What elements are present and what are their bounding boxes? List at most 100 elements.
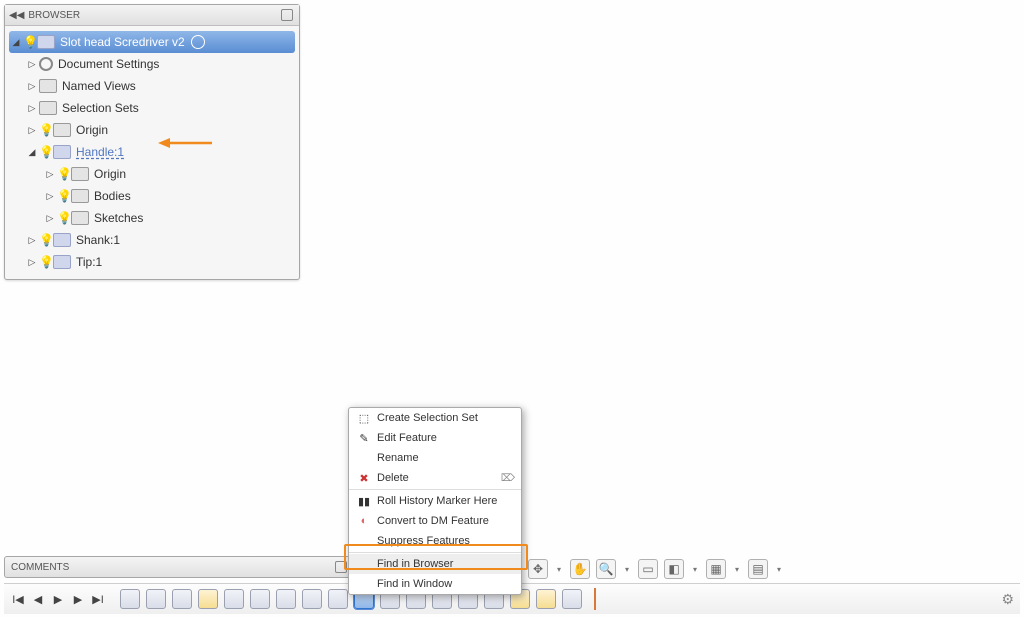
pin-icon[interactable] [281, 9, 293, 21]
ctx-suppress[interactable]: Suppress Features [349, 531, 521, 551]
timeline-node[interactable] [562, 589, 582, 609]
selection-set-icon: ⬚ [355, 411, 373, 425]
caret-right-icon[interactable]: ▷ [25, 81, 39, 92]
pan-icon[interactable]: ✋ [570, 559, 590, 579]
bulb-icon[interactable]: 💡 [23, 35, 37, 49]
ctx-convert-dm[interactable]: ◐Convert to DM Feature [349, 511, 521, 531]
shortcut-label: ⌦ [501, 473, 515, 484]
timeline-playback: I◀ ◀ ▶ ▶ ▶I [10, 591, 106, 607]
timeline-end[interactable]: ▶I [90, 591, 106, 607]
timeline-node[interactable] [172, 589, 192, 609]
ctx-roll-history[interactable]: ▮▮Roll History Marker Here [349, 491, 521, 511]
tree-item-handle-sketches[interactable]: ▷ 💡 Sketches [9, 207, 295, 229]
ctx-rename[interactable]: Rename [349, 448, 521, 468]
timeline-node[interactable] [198, 589, 218, 609]
caret-right-icon[interactable]: ▷ [25, 125, 39, 136]
tree-label: Selection Sets [62, 101, 139, 115]
dropdown-icon[interactable]: ▾ [774, 560, 784, 578]
panel-title: COMMENTS [11, 562, 69, 573]
timeline-play[interactable]: ▶ [50, 591, 66, 607]
display-mode-icon[interactable]: ◧ [664, 559, 684, 579]
activate-target-icon[interactable] [191, 35, 205, 49]
ctx-delete[interactable]: ✖Delete⌦ [349, 468, 521, 488]
orbit-icon[interactable]: ✥ [528, 559, 548, 579]
bulb-icon[interactable]: 💡 [39, 233, 53, 247]
bulb-off-icon[interactable]: 💡 [39, 123, 53, 137]
timeline-node[interactable] [146, 589, 166, 609]
grid-icon[interactable]: ▦ [706, 559, 726, 579]
timeline-node[interactable] [302, 589, 322, 609]
annotation-arrow [158, 136, 213, 150]
caret-down-icon[interactable]: ◢ [25, 147, 39, 158]
tree-label: Shank:1 [76, 233, 120, 247]
component-icon [53, 255, 71, 269]
tree-item-handle[interactable]: ◢ 💡 Handle:1 [9, 141, 295, 163]
timeline-prev[interactable]: ◀ [30, 591, 46, 607]
tree-item-doc-settings[interactable]: ▷ Document Settings [9, 53, 295, 75]
zoom-icon[interactable]: 🔍 [596, 559, 616, 579]
caret-right-icon[interactable]: ▷ [25, 103, 39, 114]
ctx-create-selection-set[interactable]: ⬚Create Selection Set [349, 408, 521, 428]
timeline-node[interactable] [250, 589, 270, 609]
dropdown-icon[interactable]: ▾ [622, 560, 632, 578]
folder-icon [39, 79, 57, 93]
tree-root[interactable]: ◢ 💡 Slot head Scredriver v2 [9, 31, 295, 53]
tree-item-selection-sets[interactable]: ▷ Selection Sets [9, 97, 295, 119]
timeline-marker[interactable] [594, 588, 596, 610]
tree-label: Handle:1 [76, 145, 124, 159]
caret-right-icon[interactable]: ▷ [25, 235, 39, 246]
tree-label: Origin [94, 167, 126, 181]
pin-icon[interactable] [335, 561, 347, 573]
delete-icon: ✖ [355, 471, 373, 485]
timeline-node[interactable] [120, 589, 140, 609]
pencil-icon: ✎ [355, 431, 373, 445]
bulb-icon[interactable]: 💡 [57, 211, 71, 225]
context-menu: ⬚Create Selection Set ✎Edit Feature Rena… [348, 407, 522, 595]
folder-icon [53, 123, 71, 137]
bulb-icon[interactable]: 💡 [39, 145, 53, 159]
tree-item-origin[interactable]: ▷ 💡 Origin [9, 119, 295, 141]
browser-panel-header[interactable]: ◀◀ BROWSER [5, 5, 299, 26]
timeline-node[interactable] [276, 589, 296, 609]
menu-separator [349, 552, 521, 553]
collapse-icon[interactable]: ◀◀ [9, 10, 24, 21]
ctx-find-in-window[interactable]: Find in Window [349, 574, 521, 594]
timeline-next[interactable]: ▶ [70, 591, 86, 607]
browser-panel: ◀◀ BROWSER ◢ 💡 Slot head Scredriver v2 ▷… [4, 4, 300, 280]
timeline-node[interactable] [536, 589, 556, 609]
tree-item-handle-origin[interactable]: ▷ 💡 Origin [9, 163, 295, 185]
dropdown-icon[interactable]: ▾ [690, 560, 700, 578]
dropdown-icon[interactable]: ▾ [732, 560, 742, 578]
tree-item-named-views[interactable]: ▷ Named Views [9, 75, 295, 97]
caret-right-icon[interactable]: ▷ [25, 59, 39, 70]
timeline-settings-icon[interactable]: ⚙ [1001, 591, 1014, 608]
tree-label: Bodies [94, 189, 131, 203]
timeline-node[interactable] [328, 589, 348, 609]
component-icon [53, 145, 71, 159]
viewports-icon[interactable]: ▤ [748, 559, 768, 579]
timeline-node[interactable] [224, 589, 244, 609]
ctx-find-in-browser[interactable]: Find in Browser [349, 554, 521, 574]
tree-item-handle-bodies[interactable]: ▷ 💡 Bodies [9, 185, 295, 207]
comments-panel-header[interactable]: COMMENTS [4, 556, 354, 578]
menu-separator [349, 489, 521, 490]
caret-right-icon[interactable]: ▷ [43, 169, 57, 180]
caret-down-icon[interactable]: ◢ [9, 37, 23, 48]
caret-right-icon[interactable]: ▷ [43, 191, 57, 202]
folder-icon [71, 211, 89, 225]
dropdown-icon[interactable]: ▾ [554, 560, 564, 578]
caret-right-icon[interactable]: ▷ [25, 257, 39, 268]
ctx-edit-feature[interactable]: ✎Edit Feature [349, 428, 521, 448]
timeline-start[interactable]: I◀ [10, 591, 26, 607]
bulb-off-icon[interactable]: 💡 [57, 167, 71, 181]
tree-label: Document Settings [58, 57, 159, 71]
tree-item-tip[interactable]: ▷ 💡 Tip:1 [9, 251, 295, 273]
bulb-icon[interactable]: 💡 [39, 255, 53, 269]
tree-label: Origin [76, 123, 108, 137]
component-icon [53, 233, 71, 247]
tree-item-shank[interactable]: ▷ 💡 Shank:1 [9, 229, 295, 251]
fit-icon[interactable]: ▭ [638, 559, 658, 579]
bulb-icon[interactable]: 💡 [57, 189, 71, 203]
caret-right-icon[interactable]: ▷ [43, 213, 57, 224]
folder-icon [71, 167, 89, 181]
